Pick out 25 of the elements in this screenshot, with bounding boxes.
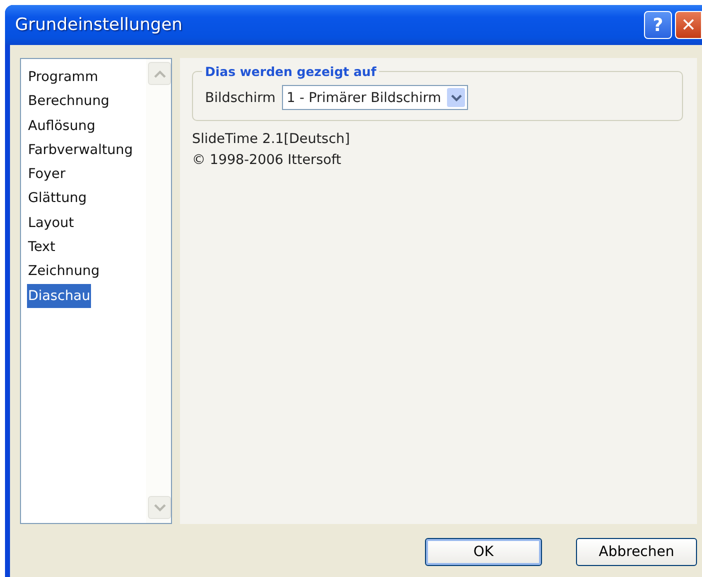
close-button[interactable]: ✕: [675, 11, 702, 39]
field-label: Bildschirm: [205, 90, 276, 106]
list-item[interactable]: Zeichnung: [27, 259, 101, 284]
list-item[interactable]: Text: [27, 235, 56, 260]
scroll-up-button[interactable]: [148, 62, 171, 85]
help-button[interactable]: ?: [644, 11, 672, 39]
window-title: Grundeinstellungen: [15, 15, 182, 35]
ok-button[interactable]: OK: [425, 538, 542, 566]
chevron-down-icon: [154, 504, 166, 512]
list-item[interactable]: Glättung: [27, 186, 88, 211]
list-item[interactable]: Programm: [27, 65, 100, 90]
info-text: © 1998-2006 Ittersoft: [192, 151, 342, 170]
group-title: Dias werden gezeigt auf: [204, 64, 378, 79]
scrollbar[interactable]: [146, 59, 171, 523]
list-item[interactable]: Auflösung: [27, 114, 96, 138]
list-item[interactable]: Berechnung: [27, 89, 110, 114]
list-item[interactable]: Layout: [27, 210, 75, 236]
list-item[interactable]: Farbverwaltung: [27, 138, 134, 162]
scroll-down-button[interactable]: [148, 496, 171, 519]
info-text: SlideTime 2.1[Deutsch]: [192, 130, 351, 149]
screen-dropdown[interactable]: 1 - Primärer Bildschirm: [282, 85, 468, 110]
chevron-up-icon: [154, 70, 166, 78]
cancel-button[interactable]: Abbrechen: [576, 538, 697, 566]
list-item[interactable]: Foyer: [27, 162, 66, 186]
list-item[interactable]: Diaschau: [27, 284, 92, 308]
